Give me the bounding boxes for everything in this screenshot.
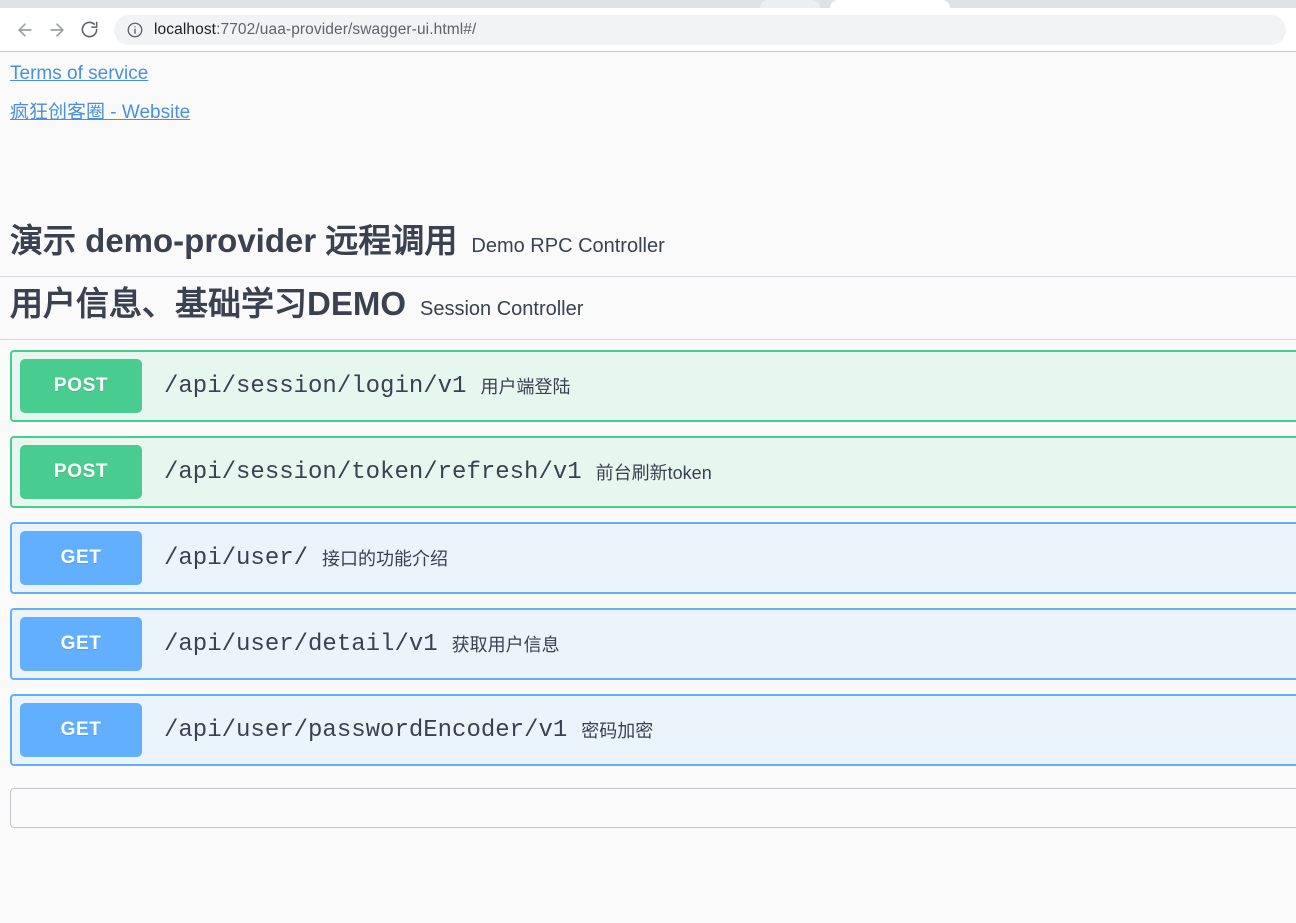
tag-header-demo-rpc[interactable]: 演示 demo-provider 远程调用 Demo RPC Controlle… (0, 214, 1296, 277)
next-section-partial[interactable] (10, 788, 1296, 828)
operation-summary: 密码加密 (581, 721, 654, 741)
operation-row[interactable]: GET /api/user/detail/v1 获取用户信息 (10, 608, 1296, 680)
website-link[interactable]: 疯狂创客圈 - Website (10, 103, 190, 122)
back-arrow-icon (15, 20, 35, 40)
operation-path: /api/session/login/v1 (164, 372, 467, 400)
operation-path: /api/user/passwordEncoder/v1 (164, 716, 568, 744)
browser-toolbar: localhost:7702/uaa-provider/swagger-ui.h… (0, 8, 1296, 52)
operation-row[interactable]: POST /api/session/login/v1 用户端登陆 (10, 350, 1296, 422)
tag-section-session: 用户信息、基础学习DEMO Session Controller POST /a… (0, 277, 1296, 766)
tag-header-session[interactable]: 用户信息、基础学习DEMO Session Controller (0, 277, 1296, 340)
url-path: :7702/uaa-provider/swagger-ui.html#/ (216, 20, 477, 38)
operation-summary: 用户端登陆 (480, 377, 571, 397)
http-method-badge: POST (20, 445, 142, 499)
swagger-info-links: Terms of service 疯狂创客圈 - Website (0, 52, 1296, 122)
url-host: localhost (154, 20, 217, 38)
http-method-badge: GET (20, 703, 142, 757)
address-bar[interactable]: localhost:7702/uaa-provider/swagger-ui.h… (114, 14, 1286, 45)
operation-summary: 接口的功能介绍 (322, 549, 449, 569)
browser-tab-inactive[interactable] (760, 0, 820, 8)
forward-arrow-icon (47, 20, 67, 40)
operation-row[interactable]: POST /api/session/token/refresh/v1 前台刷新t… (10, 436, 1296, 508)
operation-summary: 前台刷新token (595, 463, 712, 483)
swagger-ui-page: Terms of service 疯狂创客圈 - Website 演示 demo… (0, 52, 1296, 923)
http-method-badge: POST (20, 359, 142, 413)
operation-row[interactable]: GET /api/user/passwordEncoder/v1 密码加密 (10, 694, 1296, 766)
tag-title: 演示 demo-provider 远程调用 (10, 222, 458, 259)
operation-path: /api/user/ (164, 544, 309, 572)
tag-title: 用户信息、基础学习DEMO (10, 285, 406, 322)
info-circle-icon[interactable] (126, 21, 144, 39)
operation-list: POST /api/session/login/v1 用户端登陆 POST /a… (0, 350, 1296, 766)
http-method-badge: GET (20, 531, 142, 585)
http-method-badge: GET (20, 617, 142, 671)
operation-row[interactable]: GET /api/user/ 接口的功能介绍 (10, 522, 1296, 594)
back-button[interactable] (10, 15, 40, 45)
reload-icon (80, 20, 99, 39)
forward-button[interactable] (42, 15, 72, 45)
tag-section-demo-rpc: 演示 demo-provider 远程调用 Demo RPC Controlle… (0, 214, 1296, 277)
operation-path: /api/session/token/refresh/v1 (164, 458, 582, 486)
tag-description: Session Controller (420, 298, 584, 320)
tag-description: Demo RPC Controller (471, 235, 665, 257)
operation-path: /api/user/detail/v1 (164, 630, 438, 658)
browser-tab-active[interactable] (830, 0, 950, 8)
browser-tab-strip (0, 0, 1296, 8)
operation-summary: 获取用户信息 (451, 635, 560, 655)
terms-of-service-link[interactable]: Terms of service (10, 64, 148, 83)
address-bar-url: localhost:7702/uaa-provider/swagger-ui.h… (154, 21, 476, 39)
reload-button[interactable] (74, 15, 104, 45)
